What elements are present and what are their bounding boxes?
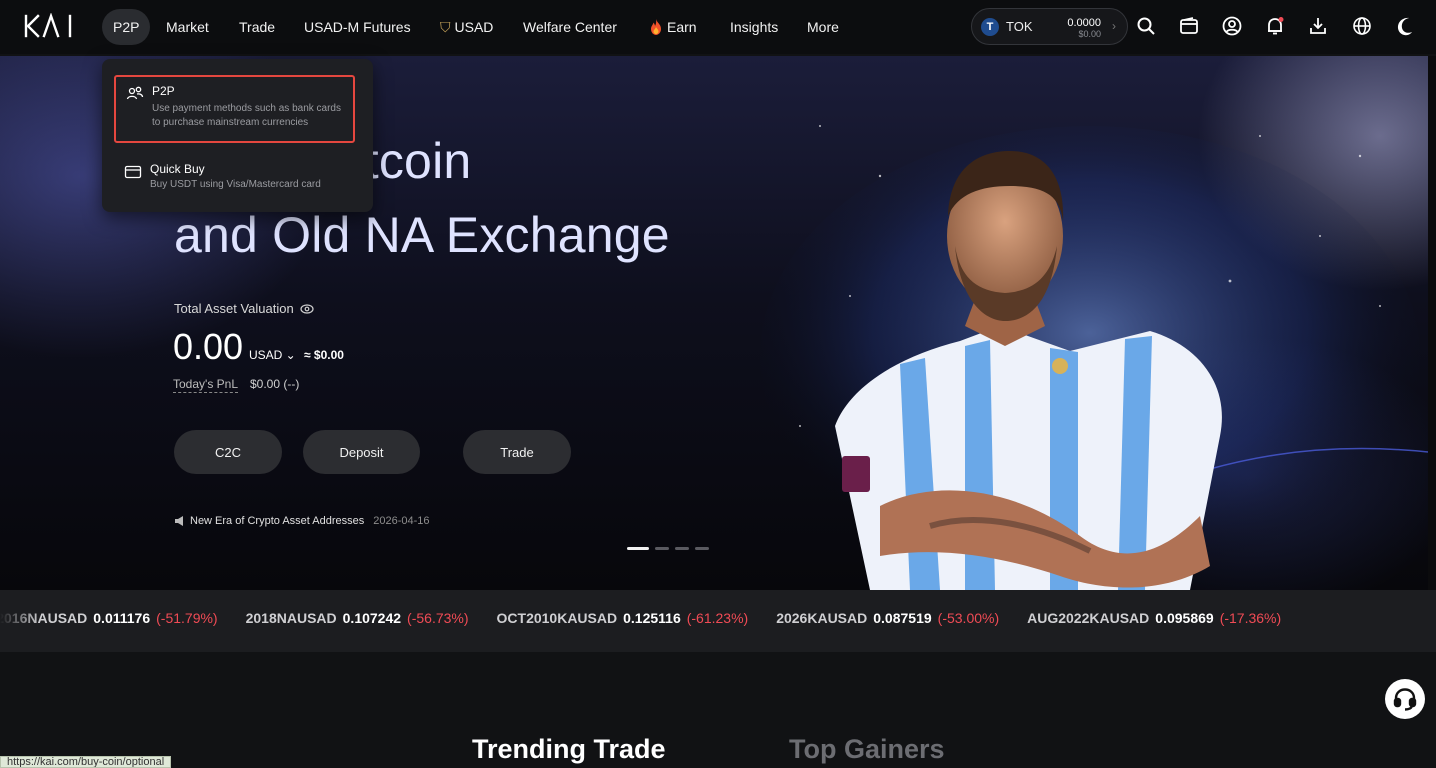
trade-button[interactable]: Trade (463, 430, 571, 474)
search-icon[interactable] (1134, 14, 1158, 38)
ticker-track: AR2016NAUSAD0.011176(-51.79%) 2018NAUSAD… (0, 610, 1309, 626)
dropdown-item-title: P2P (152, 84, 175, 98)
nav-usad[interactable]: ⛉ USAD (429, 9, 504, 45)
carousel-dot[interactable] (675, 547, 689, 550)
nav-p2p[interactable]: P2P (102, 9, 151, 45)
ticker-item[interactable]: 2018NAUSAD 0.107242 (-56.73%) (246, 610, 469, 626)
dropdown-item-description: Buy USDT using Visa/Mastercard card (150, 179, 321, 190)
market-section (0, 652, 1436, 768)
usad-shield-icon: ⛉ (440, 18, 451, 35)
dropdown-item-p2p[interactable]: P2P Use payment methods such as bank car… (114, 75, 355, 143)
megaphone-icon (175, 516, 183, 526)
kai-logo[interactable] (24, 13, 74, 39)
carousel-indicators (627, 547, 709, 550)
total-asset-valuation-label: Total Asset Valuation (174, 301, 314, 316)
p2p-users-icon (126, 86, 144, 100)
token-balance: 0.0000 $0.00 (1067, 17, 1101, 40)
asset-currency-selector[interactable]: USAD ⌄ (249, 348, 296, 362)
nav-earn[interactable]: Earn (638, 9, 708, 45)
ticker-item[interactable]: 2026KAUSAD 0.087519 (-53.00%) (776, 610, 999, 626)
eye-icon[interactable] (300, 302, 314, 316)
bell-icon[interactable] (1263, 14, 1287, 38)
chevron-right-icon: › (1112, 19, 1116, 33)
news-announcement[interactable]: New Era of Crypto Asset Addresses 2026-0… (174, 515, 430, 527)
carousel-dot[interactable] (695, 547, 709, 550)
headset-icon (1393, 688, 1417, 711)
globe-icon[interactable] (1350, 14, 1374, 38)
hero-player-illustration (760, 125, 1428, 590)
download-icon[interactable] (1306, 14, 1330, 38)
price-ticker: AR2016NAUSAD0.011176(-51.79%) 2018NAUSAD… (0, 590, 1436, 652)
page-scrollbar[interactable] (1428, 56, 1436, 590)
moon-icon[interactable] (1393, 14, 1417, 38)
deposit-button[interactable]: Deposit (303, 430, 420, 474)
tab-trending-trade[interactable]: Trending Trade (472, 734, 666, 765)
carousel-dot[interactable] (627, 547, 649, 550)
todays-pnl-value: $0.00 (--) (250, 377, 300, 391)
tok-token-icon: T (981, 18, 999, 36)
nav-insights[interactable]: Insights (719, 9, 789, 45)
asset-usd-approx: ≈ $0.00 (304, 348, 344, 362)
nav-more[interactable]: More (796, 9, 850, 45)
carousel-dot[interactable] (655, 547, 669, 550)
p2p-dropdown-menu: P2P Use payment methods such as bank car… (102, 59, 373, 212)
c2c-button[interactable]: C2C (174, 430, 282, 474)
user-icon[interactable] (1220, 14, 1244, 38)
nav-market[interactable]: Market (155, 9, 220, 45)
ticker-item[interactable]: OCT2010KAUSAD 0.125116 (-61.23%) (497, 610, 749, 626)
nav-usad-m-futures[interactable]: USAD-M Futures (293, 9, 422, 45)
fire-icon (651, 19, 661, 35)
ticker-fade (0, 590, 40, 652)
tab-top-gainers[interactable]: Top Gainers (789, 734, 945, 765)
browser-status-url: https://kai.com/buy-coin/optional (0, 756, 172, 768)
wallet-icon[interactable] (1177, 14, 1201, 38)
dropdown-item-title: Quick Buy (150, 162, 205, 176)
dropdown-item-quick-buy[interactable]: Quick Buy Buy USDT using Visa/Mastercard… (114, 155, 355, 195)
top-navigation: P2P Market Trade USAD-M Futures ⛉ USAD We… (0, 0, 1436, 54)
token-symbol: TOK (1006, 19, 1033, 34)
card-icon (124, 165, 142, 179)
nav-trade[interactable]: Trade (228, 9, 286, 45)
token-balance-selector[interactable]: T TOK 0.0000 $0.00 › (971, 8, 1128, 45)
todays-pnl-label[interactable]: Today's PnL (173, 377, 238, 393)
ticker-item[interactable]: AUG2022KAUSAD 0.095869 (-17.36%) (1027, 610, 1281, 626)
dropdown-item-description: Use payment methods such as bank cards t… (152, 103, 341, 128)
nav-welfare-center[interactable]: Welfare Center (512, 9, 628, 45)
total-asset-value: 0.00 (173, 326, 244, 367)
customer-support-button[interactable] (1385, 679, 1425, 719)
